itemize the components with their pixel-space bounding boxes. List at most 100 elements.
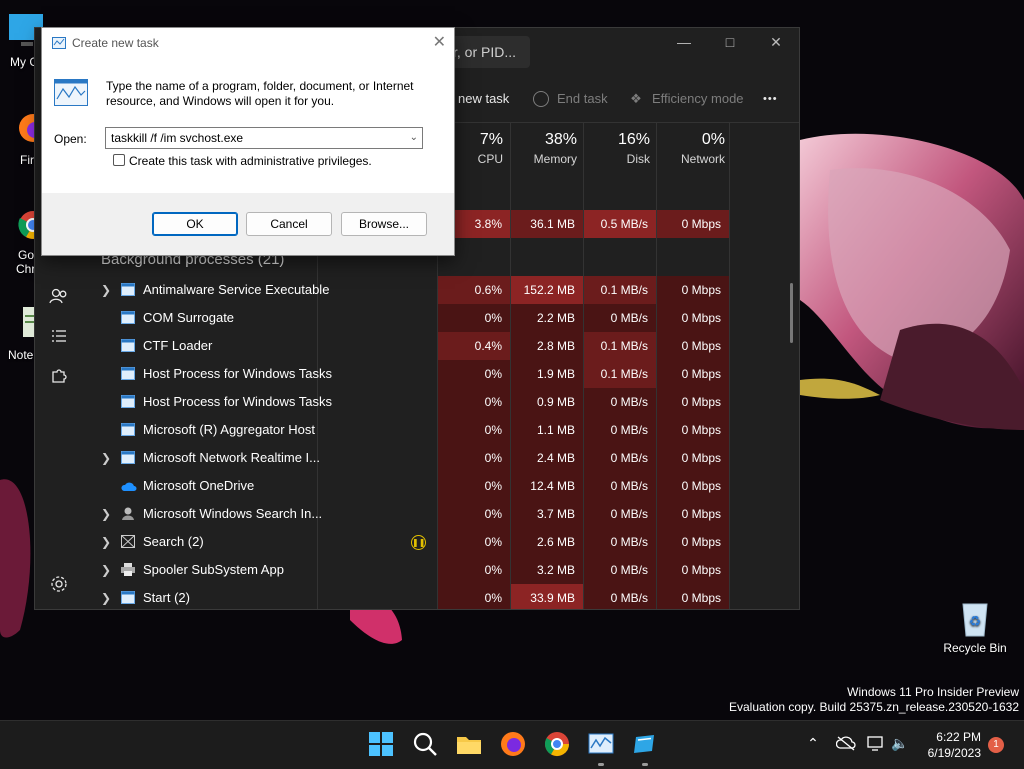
memory-cell: 1.1 MB xyxy=(511,416,583,444)
chevron-up-icon[interactable]: ⌃ xyxy=(804,735,822,752)
process-name: Search (2) xyxy=(143,534,204,549)
end-task-button[interactable]: End task xyxy=(533,76,608,122)
settings-gear-icon[interactable] xyxy=(49,574,69,594)
efficiency-mode-button[interactable]: ❖ Efficiency mode xyxy=(628,76,744,122)
column-label: Memory xyxy=(533,152,577,166)
table-row[interactable]: CTF Loader 0.4% 2.8 MB 0.1 MB/s 0 Mbps xyxy=(83,332,799,360)
dialog-close-button[interactable]: ✕ xyxy=(433,32,446,52)
firefox-icon[interactable] xyxy=(500,731,526,757)
table-row[interactable]: COM Surrogate 0% 2.2 MB 0 MB/s 0 Mbps xyxy=(83,304,799,332)
cpu-cell: 0% xyxy=(438,528,510,556)
chrome-icon[interactable] xyxy=(544,731,570,757)
vertical-scrollbar[interactable] xyxy=(790,283,793,343)
users-icon[interactable] xyxy=(49,286,69,306)
network-cell: 0 Mbps xyxy=(657,444,729,472)
table-row[interactable]: ❯ Microsoft Windows Search In... 0% 3.7 MB 0… xyxy=(83,500,799,528)
network-cell: 0 Mbps xyxy=(657,332,729,360)
process-name: Start (2) xyxy=(143,590,190,605)
open-command-combobox[interactable]: taskkill /f /im svchost.exe ⌄ xyxy=(105,127,423,149)
task-manager-icon[interactable] xyxy=(588,731,614,757)
network-icon[interactable] xyxy=(866,735,886,754)
end-task-label: End task xyxy=(557,91,608,106)
network-cell: 0 Mbps xyxy=(657,276,729,304)
run-new-task-button[interactable]: new task xyxy=(458,76,509,122)
chevron-down-icon[interactable]: ⌄ xyxy=(410,128,418,148)
task-manager-icon xyxy=(52,37,66,52)
process-name: Host Process for Windows Tasks xyxy=(143,366,333,381)
window-icon xyxy=(121,283,135,296)
clock-date: 6/19/2023 xyxy=(927,746,981,760)
clock-time: 6:22 PM xyxy=(936,730,981,744)
table-row[interactable]: ❯ Spooler SubSystem App 0% 3.2 MB 0 MB/s 0 Mb… xyxy=(83,556,799,584)
chevron-right-icon[interactable]: ❯ xyxy=(101,528,113,556)
table-row[interactable]: ❯ Microsoft Network Realtime I... 0% 2.4 MB… xyxy=(83,444,799,472)
cpu-cell: 0% xyxy=(438,500,510,528)
network-cell: 0 Mbps xyxy=(657,472,729,500)
chevron-right-icon[interactable]: ❯ xyxy=(101,500,113,528)
memory-cell: 12.4 MB xyxy=(511,472,583,500)
process-name: CTF Loader xyxy=(143,338,213,353)
table-row[interactable]: ❯ Search (2) ❚❚ 0% 2.6 MB 0 MB/s 0 Mbps xyxy=(83,528,799,556)
cancel-button[interactable]: Cancel xyxy=(246,212,332,236)
column-header-memory[interactable]: 38% Memory xyxy=(511,123,583,173)
network-cell: 0 Mbps xyxy=(657,528,729,556)
window-icon xyxy=(121,591,135,604)
leaf-icon: ❖ xyxy=(630,91,642,106)
disk-cell: 0 MB/s xyxy=(584,388,656,416)
table-row[interactable]: Host Process for Windows Tasks 0% 0.9 MB 0 … xyxy=(83,388,799,416)
process-name: Spooler SubSystem App xyxy=(143,562,284,577)
search-icon[interactable] xyxy=(412,731,438,757)
volume-icon[interactable]: 🔈 xyxy=(890,735,910,752)
process-name: Microsoft Network Realtime I... xyxy=(143,450,320,465)
printer-icon xyxy=(121,563,135,576)
cloud-offline-icon[interactable] xyxy=(835,735,856,754)
process-name: Antimalware Service Executable xyxy=(143,282,330,297)
cpu-cell: 0% xyxy=(438,416,510,444)
chevron-right-icon[interactable]: ❯ xyxy=(101,556,113,584)
admin-privileges-checkbox[interactable] xyxy=(113,154,125,166)
column-header-disk[interactable]: 16% Disk xyxy=(584,123,656,173)
ok-button[interactable]: OK xyxy=(152,212,238,236)
browse-button[interactable]: Browse... xyxy=(341,212,427,236)
cpu-cell: 0.6% xyxy=(438,276,510,304)
notepad-icon[interactable] xyxy=(632,731,658,757)
table-row[interactable]: ❯ Start (2) 0% 33.9 MB 0 MB/s 0 Mbps xyxy=(83,584,799,609)
command-text: taskkill /f /im svchost.exe xyxy=(111,131,244,145)
disk-cell: 0 MB/s xyxy=(584,444,656,472)
watermark-line: Evaluation copy. Build 25375.zn_release.… xyxy=(729,700,1019,714)
network-cell: 0 Mbps xyxy=(657,556,729,584)
details-list-icon[interactable] xyxy=(49,326,69,346)
column-label: Disk xyxy=(626,152,650,166)
notification-badge[interactable]: 1 xyxy=(988,737,1004,753)
table-row[interactable]: Microsoft (R) Aggregator Host 0% 1.1 MB 0 M… xyxy=(83,416,799,444)
system-clock[interactable]: 6:22 PM 6/19/2023 xyxy=(928,729,981,761)
chevron-right-icon[interactable]: ❯ xyxy=(101,276,113,304)
cloud-icon xyxy=(121,479,137,492)
run-program-icon xyxy=(54,79,88,112)
memory-cell: 3.2 MB xyxy=(511,556,583,584)
maximize-button[interactable]: □ xyxy=(707,28,753,58)
column-header-network[interactable]: 0% Network xyxy=(657,123,729,173)
network-cell: 0 Mbps xyxy=(657,304,729,332)
memory-total: 38% xyxy=(544,131,577,148)
evaluation-watermark: Windows 11 Pro Insider Preview Evaluatio… xyxy=(729,685,1019,715)
desktop-icon-recycle-bin[interactable]: ♻ Recycle Bin xyxy=(940,598,1010,655)
taskbar: ⌃ 🔈 6:22 PM 6/19/2023 1 xyxy=(0,720,1024,769)
chevron-right-icon[interactable]: ❯ xyxy=(101,444,113,472)
efficiency-mode-label: Efficiency mode xyxy=(652,91,744,106)
process-name: Microsoft OneDrive xyxy=(143,478,255,493)
memory-cell: 2.6 MB xyxy=(511,528,583,556)
chevron-right-icon[interactable]: ❯ xyxy=(101,584,113,609)
services-puzzle-icon[interactable] xyxy=(49,366,69,386)
close-button[interactable]: ✕ xyxy=(753,28,799,58)
process-name: COM Surrogate xyxy=(143,310,235,325)
memory-cell: 2.8 MB xyxy=(511,332,583,360)
table-row[interactable]: Host Process for Windows Tasks 0% 1.9 MB 0.… xyxy=(83,360,799,388)
more-options-button[interactable]: ••• xyxy=(763,76,778,122)
table-row[interactable]: ❯ Antimalware Service Executable 0.6% 152.2… xyxy=(83,276,799,304)
table-row[interactable]: Microsoft OneDrive 0% 12.4 MB 0 MB/s 0 Mbps xyxy=(83,472,799,500)
minimize-button[interactable]: — xyxy=(661,28,707,58)
file-explorer-icon[interactable] xyxy=(456,731,482,757)
start-button[interactable] xyxy=(368,731,394,757)
disk-cell: 0 MB/s xyxy=(584,472,656,500)
